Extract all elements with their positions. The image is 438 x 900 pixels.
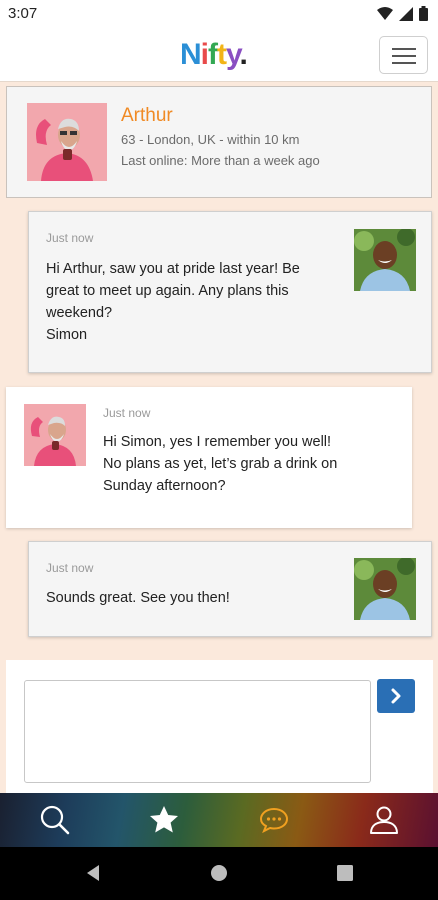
arthur-avatar[interactable] [24, 404, 86, 466]
app-header: Nifty. [0, 28, 438, 82]
bottom-tab-bar [0, 793, 438, 847]
system-nav-bar [0, 847, 438, 900]
tab-profile[interactable] [354, 793, 414, 847]
message-line: Hi Arthur, saw you at pride last year! B… [46, 261, 300, 277]
status-icons [377, 6, 428, 21]
message-time: Just now [46, 231, 94, 245]
send-button[interactable] [377, 679, 415, 713]
tab-messages[interactable] [244, 793, 304, 847]
back-icon[interactable] [84, 864, 102, 882]
tab-search[interactable] [25, 793, 85, 847]
message-time: Just now [103, 406, 151, 420]
star-icon [150, 806, 178, 833]
arthur-avatar[interactable] [27, 103, 107, 181]
message-line: Sunday afternoon? [103, 478, 226, 494]
message-bubble: Just now Sounds great. See you then! [28, 541, 432, 637]
profile-card[interactable]: Arthur 63 - London, UK - within 10 km La… [6, 86, 432, 198]
message-input[interactable] [24, 680, 371, 783]
message-bubble: Just now Hi Arthur, saw you at pride las… [28, 211, 432, 373]
message-time: Just now [46, 561, 94, 575]
battery-icon [419, 6, 428, 21]
message-bubble: Just now Hi Simon, yes I remember you we… [6, 387, 412, 528]
hamburger-line [392, 62, 416, 64]
wifi-icon [377, 6, 393, 20]
profile-icon [370, 806, 398, 834]
message-line: great to meet up again. Any plans this [46, 283, 289, 299]
message-line: Hi Simon, yes I remember you well! [103, 434, 332, 450]
message-line: weekend? [46, 305, 113, 321]
search-icon [40, 805, 70, 835]
message-text: Hi Simon, yes I remember you well! No pl… [103, 431, 403, 497]
menu-button[interactable] [379, 36, 428, 74]
recents-icon[interactable] [336, 864, 354, 882]
hamburger-line [392, 48, 416, 50]
simon-avatar[interactable] [354, 229, 416, 291]
status-time: 3:07 [8, 5, 38, 22]
message-line: Sounds great. See you then! [46, 590, 230, 606]
chevron-right-icon [391, 688, 401, 704]
message-text: Sounds great. See you then! [46, 587, 346, 609]
status-bar: 3:07 [0, 0, 438, 28]
message-line: No plans as yet, let’s grab a drink on [103, 456, 338, 472]
profile-last-online: Last online: More than a week ago [121, 153, 320, 168]
simon-avatar[interactable] [354, 558, 416, 620]
message-text: Hi Arthur, saw you at pride last year! B… [46, 258, 366, 346]
compose-panel [6, 660, 433, 800]
profile-info: 63 - London, UK - within 10 km [121, 132, 300, 147]
home-icon[interactable] [210, 864, 228, 882]
profile-name[interactable]: Arthur [121, 105, 173, 127]
nifty-logo[interactable]: Nifty. [180, 38, 248, 72]
tab-favourites[interactable] [134, 793, 194, 847]
signal-icon [399, 6, 413, 21]
hamburger-line [392, 55, 416, 57]
chat-icon [259, 807, 289, 834]
message-line: Simon [46, 327, 88, 343]
